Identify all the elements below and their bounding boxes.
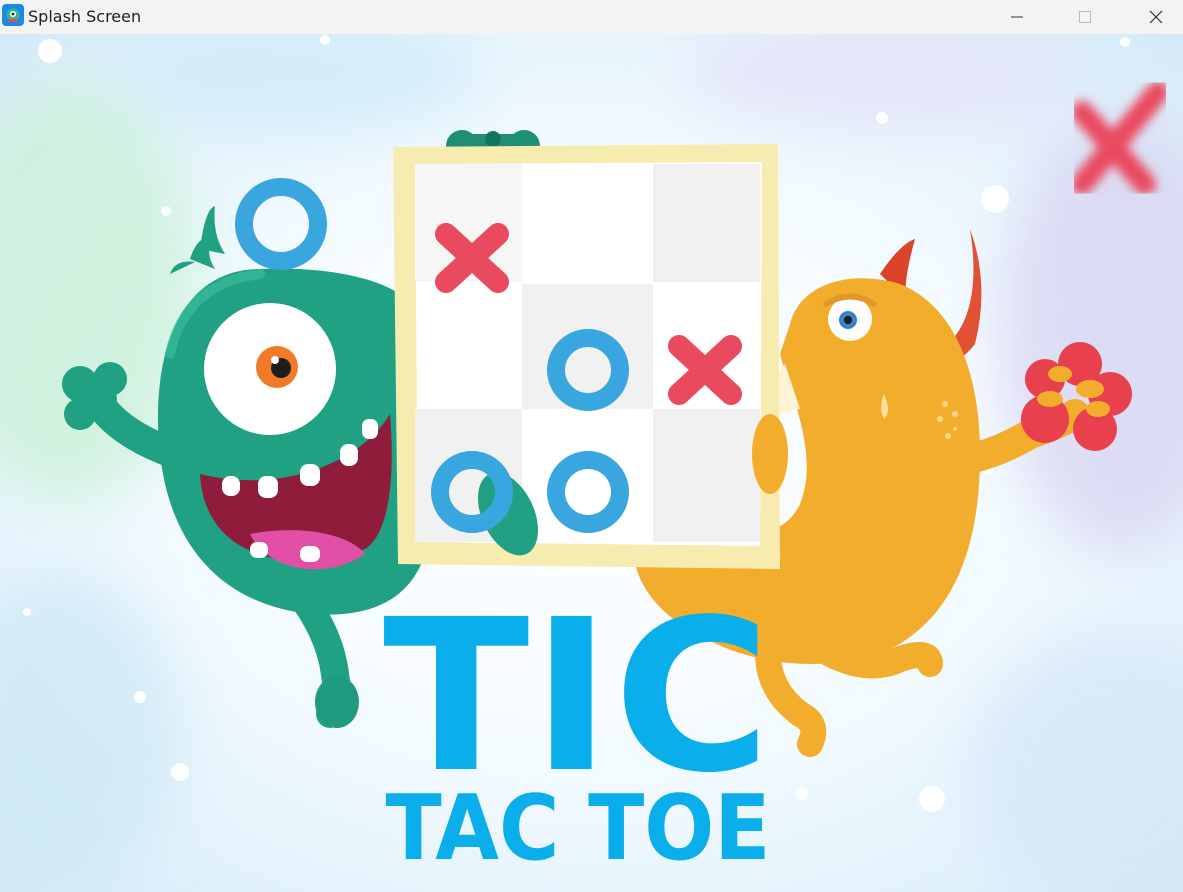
maximize-button[interactable] xyxy=(1062,0,1108,34)
game-title: TIC TAC TOE xyxy=(383,574,771,881)
title-bar[interactable]: Splash Screen xyxy=(0,0,1183,34)
minimize-icon xyxy=(1011,16,1023,18)
maximize-icon xyxy=(1079,11,1091,23)
monster-app-icon xyxy=(2,4,24,26)
close-button[interactable] xyxy=(1133,0,1179,34)
splash-window: Splash Screen TIC TAC TOE xyxy=(0,0,1183,892)
window-title: Splash Screen xyxy=(28,7,142,26)
title-tac-toe: TAC TOE xyxy=(386,776,771,881)
close-icon xyxy=(1149,10,1163,24)
splash-illustration: TIC TAC TOE xyxy=(0,34,1183,892)
minimize-button[interactable] xyxy=(994,0,1040,34)
splash-artwork: TIC TAC TOE xyxy=(0,34,1183,892)
